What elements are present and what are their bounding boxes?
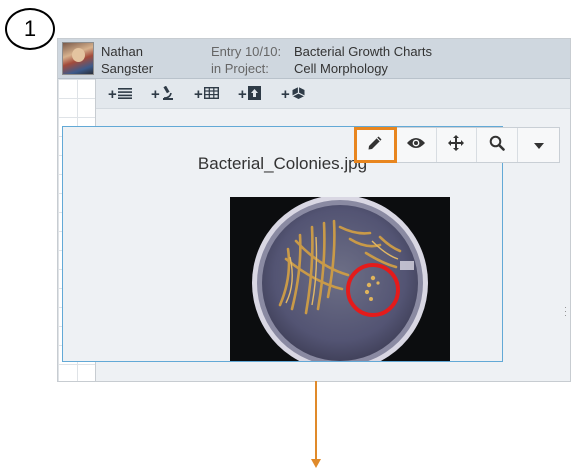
more-options-button[interactable] bbox=[518, 128, 559, 162]
project-name[interactable]: Cell Morphology bbox=[294, 60, 432, 77]
eye-icon bbox=[406, 136, 426, 155]
zoom-image-button[interactable] bbox=[477, 128, 519, 162]
plus-label: + bbox=[194, 85, 203, 103]
flow-arrow-head bbox=[311, 459, 321, 468]
add-content-toolbar: + + + + + bbox=[96, 79, 570, 109]
entry-meta-labels: Entry 10/10: in Project: bbox=[211, 43, 281, 77]
microscope-icon bbox=[161, 85, 175, 103]
image-toolbar bbox=[354, 127, 560, 163]
add-chemistry-button[interactable]: + bbox=[281, 84, 306, 104]
flow-arrow bbox=[315, 381, 317, 459]
view-image-button[interactable] bbox=[396, 128, 437, 162]
plus-label: + bbox=[238, 85, 247, 103]
petri-dish-image bbox=[230, 197, 450, 361]
add-text-button[interactable]: + bbox=[108, 84, 132, 104]
molecule-icon bbox=[291, 86, 306, 103]
move-arrows-icon bbox=[448, 134, 465, 156]
avatar-face bbox=[72, 48, 85, 62]
plus-label: + bbox=[151, 85, 160, 103]
plus-label: + bbox=[281, 85, 290, 103]
entry-header: Nathan Sangster Entry 10/10: in Project:… bbox=[58, 39, 570, 79]
edit-image-button[interactable] bbox=[354, 127, 397, 163]
magnifier-icon bbox=[489, 135, 506, 156]
pencil-icon bbox=[367, 135, 383, 156]
caret-down-icon bbox=[533, 136, 544, 154]
add-sample-button[interactable]: + bbox=[151, 84, 175, 104]
user-last-name: Sangster bbox=[101, 61, 154, 76]
project-label: in Project: bbox=[211, 61, 269, 76]
add-file-button[interactable]: + bbox=[238, 84, 261, 104]
user-name: Nathan Sangster bbox=[101, 43, 153, 77]
add-table-button[interactable]: + bbox=[194, 84, 219, 104]
move-image-button[interactable] bbox=[437, 128, 478, 162]
resize-handle[interactable]: · · · bbox=[564, 303, 567, 320]
text-list-icon bbox=[117, 86, 132, 102]
entry-title[interactable]: Bacterial Growth Charts bbox=[294, 43, 432, 60]
entry-label: Entry 10/10: bbox=[211, 44, 282, 59]
upload-file-icon bbox=[247, 85, 261, 103]
step-number-badge: 1 bbox=[5, 8, 55, 50]
entry-meta-values: Bacterial Growth Charts Cell Morphology bbox=[294, 43, 432, 77]
avatar[interactable] bbox=[62, 42, 94, 75]
table-icon bbox=[203, 86, 219, 102]
user-first-name: Nathan bbox=[101, 44, 143, 59]
step-number: 1 bbox=[23, 16, 37, 41]
plus-label: + bbox=[108, 85, 117, 103]
